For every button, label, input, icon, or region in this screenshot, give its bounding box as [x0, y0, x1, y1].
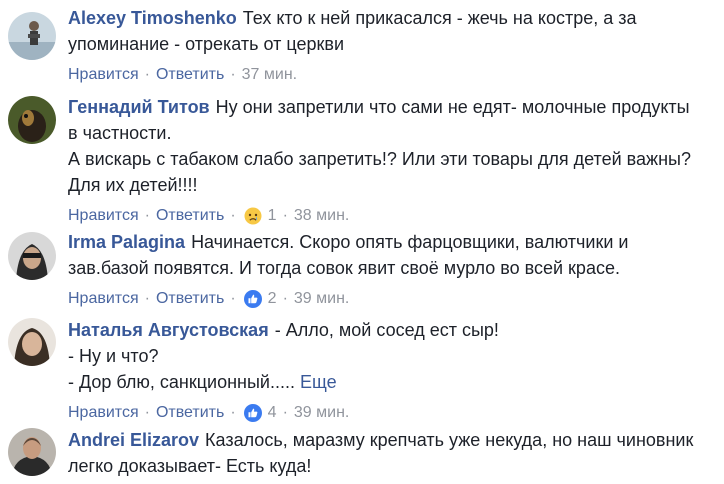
- avatar-image: [8, 428, 56, 476]
- avatar-image: [8, 12, 56, 60]
- comment-text: Irma Palagina Начинается. Скоро опять фар…: [68, 229, 714, 281]
- separator-dot: ·: [144, 207, 150, 224]
- reaction-count: 4: [267, 404, 277, 421]
- avatar[interactable]: [8, 232, 56, 280]
- comment-author[interactable]: Alexey Timoshenko: [68, 8, 237, 28]
- reaction-count: 2: [267, 290, 277, 307]
- separator-dot: ·: [230, 290, 236, 307]
- comment-line: - Ну и что?: [68, 346, 159, 366]
- like-button[interactable]: Нравится: [68, 290, 139, 308]
- sad-reaction-icon: [244, 207, 262, 225]
- separator-dot: ·: [144, 404, 150, 421]
- avatar[interactable]: [8, 96, 56, 144]
- comment-line: Для их детей!!!!: [68, 175, 198, 195]
- separator-dot: ·: [230, 207, 236, 224]
- comment-time[interactable]: 37 мин.: [242, 66, 297, 84]
- separator-dot: ·: [282, 290, 288, 307]
- reactions-summary[interactable]: 2: [243, 290, 277, 308]
- comment-line: - Дор блю, санкционный.....: [68, 372, 295, 392]
- avatar[interactable]: [8, 12, 56, 60]
- comment-time[interactable]: 39 мин.: [294, 404, 349, 422]
- comment-text: Геннадий Титов Ну они запретили что сами …: [68, 94, 714, 198]
- comment-actions: Нравится · Ответить · 2 · 39 мин.: [68, 289, 714, 309]
- see-more-link[interactable]: Еще: [300, 372, 337, 392]
- reaction-count: 1: [267, 207, 277, 224]
- comment-author[interactable]: Наталья Августовская: [68, 320, 269, 340]
- reactions-summary[interactable]: 4: [243, 404, 277, 422]
- avatar[interactable]: [8, 428, 56, 476]
- comment-text: Наталья Августовская - Алло, мой сосед ес…: [68, 317, 714, 395]
- comment-author[interactable]: Irma Palagina: [68, 232, 185, 252]
- comment-actions: Нравится · Ответить · 1 · 38 мин.: [68, 206, 714, 226]
- comment-line: в частности.: [68, 123, 172, 143]
- comment-line: Казалось, маразму крепчать уже некуда, н…: [205, 430, 694, 450]
- avatar[interactable]: [8, 318, 56, 366]
- reply-button[interactable]: Ответить: [156, 207, 224, 225]
- comment-line: Начинается. Скоро опять фарцовщики, валю…: [191, 232, 629, 252]
- reply-button[interactable]: Ответить: [156, 66, 224, 84]
- avatar-image: [8, 232, 56, 280]
- reactions-summary[interactable]: 1: [244, 207, 277, 225]
- separator-dot: ·: [282, 404, 288, 421]
- avatar-image: [8, 318, 56, 366]
- separator-dot: ·: [282, 207, 288, 224]
- comment-actions: Нравится · Ответить · 37 мин.: [68, 65, 714, 85]
- separator-dot: ·: [144, 66, 150, 83]
- comment-actions: Нравится · Ответить · 4 · 39 мин.: [68, 403, 714, 423]
- comment-line: зав.базой появятся. И тогда совок явит с…: [68, 258, 620, 278]
- reply-button[interactable]: Ответить: [156, 290, 224, 308]
- separator-dot: ·: [144, 290, 150, 307]
- like-button[interactable]: Нравится: [68, 207, 139, 225]
- like-reaction-icon: [243, 290, 262, 308]
- comment-time[interactable]: 38 мин.: [294, 207, 349, 225]
- separator-dot: ·: [230, 404, 236, 421]
- comment-author[interactable]: Andrei Elizarov: [68, 430, 199, 450]
- comment-feed: Alexey Timoshenko Тех кто к ней прикасалс…: [0, 0, 724, 484]
- like-reaction-icon: [243, 404, 262, 422]
- comment-line: легко доказывает- Есть куда!: [68, 456, 312, 476]
- like-button[interactable]: Нравится: [68, 66, 139, 84]
- comment-time[interactable]: 39 мин.: [294, 290, 349, 308]
- comment-author[interactable]: Геннадий Титов: [68, 97, 210, 117]
- comment-line: Тех кто к ней прикасался - жечь на костр…: [242, 8, 637, 28]
- comment-line: упоминание - отрекать от церкви: [68, 34, 345, 54]
- comment-line: - Алло, мой сосед ест сыр!: [274, 320, 499, 340]
- comment-line: А вискарь с табаком слабо запретить!? Ил…: [68, 149, 691, 169]
- avatar-image: [8, 96, 56, 144]
- comment-line: Ну они запретили что сами не едят- молоч…: [215, 97, 690, 117]
- like-button[interactable]: Нравится: [68, 404, 139, 422]
- separator-dot: ·: [230, 66, 236, 83]
- comment-text: Alexey Timoshenko Тех кто к ней прикасалс…: [68, 5, 714, 57]
- comment-text: Andrei Elizarov Казалось, маразму крепчат…: [68, 427, 714, 479]
- reply-button[interactable]: Ответить: [156, 404, 224, 422]
